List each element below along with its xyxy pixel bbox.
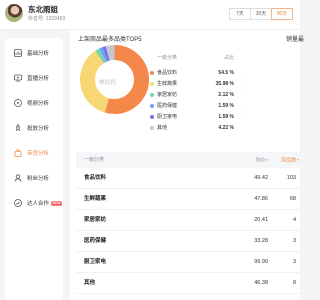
sidebar-item-label: 粉丝分析 bbox=[27, 176, 50, 182]
legend-value: 4.22 % bbox=[218, 124, 234, 131]
handshake-icon bbox=[14, 199, 22, 207]
shop-name: 东北雨姐 bbox=[28, 5, 58, 14]
sidebar-item-label: 投放分析 bbox=[27, 126, 50, 132]
sidebar-item-ad-analysis[interactable]: 投放分析 bbox=[5, 120, 63, 136]
sidebar-item-label: 直播分析 bbox=[27, 76, 50, 82]
sidebar-item-influencer-cooperation[interactable]: 达人合作 NEW bbox=[5, 195, 63, 211]
legend-value: 1.59 % bbox=[218, 102, 234, 109]
cell-product-count: 8 bbox=[292, 280, 296, 286]
sidebar-item-video-analysis[interactable]: 视频分析 bbox=[5, 95, 63, 111]
range-tab-7d[interactable]: 7天 bbox=[229, 8, 251, 20]
legend-item[interactable]: 家居家纺 2.12 % › bbox=[150, 90, 250, 99]
cell-avg-price: 20.41 bbox=[254, 217, 268, 223]
legend-label: 家居家纺 bbox=[157, 92, 178, 98]
table-row[interactable]: 食品饮料 49.42 103 bbox=[76, 168, 300, 189]
video-screen-icon bbox=[14, 74, 22, 82]
cell-product-count: 103 bbox=[286, 175, 296, 181]
watermark: 蝉妈妈 bbox=[99, 80, 117, 86]
cell-avg-price: 49.42 bbox=[254, 175, 268, 181]
cell-category: 医药保健 bbox=[84, 238, 107, 244]
cell-product-count: 3 bbox=[292, 238, 296, 244]
table-row[interactable]: 医药保健 33.28 3 bbox=[76, 231, 300, 252]
chart-grid-icon bbox=[14, 49, 22, 57]
legend-header-share: 占比 bbox=[224, 55, 235, 61]
cell-category: 食品饮料 bbox=[84, 175, 107, 181]
table-header: 一级分类 均价▾ 商品数▾ bbox=[76, 152, 300, 168]
date-range-tabs: 7天 30天 90天 bbox=[229, 8, 293, 20]
table-row[interactable]: 其他 46.38 8 bbox=[76, 273, 300, 294]
chevron-right-icon: › bbox=[242, 114, 244, 119]
legend-label: 其他 bbox=[157, 125, 168, 131]
legend-header-category: 一级分类 bbox=[157, 55, 178, 61]
column-header-product-count[interactable]: 商品数▾ bbox=[272, 152, 299, 168]
sort-caret-icon: ▾ bbox=[266, 158, 268, 162]
column-header-product-count-label: 商品数 bbox=[281, 157, 297, 164]
range-tab-30d[interactable]: 30天 bbox=[250, 8, 272, 20]
cell-category: 厨卫家电 bbox=[84, 259, 107, 265]
shopping-bag-icon bbox=[14, 149, 22, 157]
shop-id: 抖音号: 1203450 bbox=[28, 16, 66, 22]
column-header-category: 一级分类 bbox=[84, 157, 105, 163]
legend-color-dot bbox=[150, 114, 154, 119]
avatar[interactable] bbox=[5, 4, 23, 22]
sidebar-item-label: 带货分析 bbox=[27, 151, 50, 157]
cell-avg-price: 99.90 bbox=[254, 259, 268, 265]
sidebar-item-basic-analysis[interactable]: 基础分析 bbox=[5, 45, 63, 61]
play-circle-icon bbox=[14, 99, 22, 107]
legend-label: 厨卫家电 bbox=[157, 114, 178, 120]
legend-color-dot bbox=[150, 70, 154, 75]
cell-avg-price: 47.86 bbox=[254, 196, 268, 202]
column-header-avg-price[interactable]: 均价▾ bbox=[244, 152, 268, 168]
legend-label: 食品饮料 bbox=[157, 70, 178, 76]
legend-value: 35.98 % bbox=[215, 80, 234, 87]
table-row[interactable]: 厨卫家电 99.90 3 bbox=[76, 252, 300, 273]
range-tab-90d[interactable]: 90天 bbox=[271, 8, 293, 20]
cell-product-count: 68 bbox=[289, 196, 296, 202]
sort-caret-active-icon: ▾ bbox=[297, 158, 299, 162]
section-title-secondary: 销量最 bbox=[286, 37, 305, 43]
section-title: 上架商品最多品类TOP5 bbox=[78, 37, 142, 43]
cell-category: 家居家纺 bbox=[84, 217, 107, 223]
legend-color-dot bbox=[150, 125, 154, 130]
sidebar-item-label: 达人合作 bbox=[27, 201, 50, 207]
cell-product-count: 3 bbox=[292, 259, 296, 265]
legend-item[interactable]: 厨卫家电 1.59 % › bbox=[150, 112, 250, 121]
legend-label: 生鲜蔬果 bbox=[157, 81, 178, 87]
chevron-right-icon: › bbox=[242, 92, 244, 97]
cell-category: 其他 bbox=[84, 280, 96, 286]
chevron-right-icon: › bbox=[242, 70, 244, 75]
sidebar-item-live-analysis[interactable]: 直播分析 bbox=[5, 70, 63, 86]
rocket-icon bbox=[14, 124, 22, 132]
top-bar: 东北雨姐 抖音号: 1203450 7天 30天 90天 bbox=[0, 0, 300, 30]
legend-item[interactable]: 食品饮料 54.5 % › bbox=[150, 68, 250, 77]
sidebar-item-fans-analysis[interactable]: 粉丝分析 bbox=[5, 170, 63, 186]
legend-color-dot bbox=[150, 92, 154, 97]
table-row[interactable]: 家居家纺 20.41 4 bbox=[76, 210, 300, 231]
chevron-right-icon: › bbox=[242, 81, 244, 86]
legend-color-dot bbox=[150, 81, 154, 86]
cell-avg-price: 33.28 bbox=[254, 238, 268, 244]
chevron-right-icon: › bbox=[242, 103, 244, 108]
legend-value: 2.12 % bbox=[218, 91, 234, 98]
sidebar: 基础分析 直播分析 视频分析 投放分析 带货分析 粉丝分析 达人合作 NEW bbox=[5, 38, 63, 300]
sidebar-item-label: 基础分析 bbox=[27, 51, 50, 57]
cell-category: 生鲜蔬果 bbox=[84, 196, 107, 202]
sidebar-item-label: 视频分析 bbox=[27, 101, 50, 107]
legend-item[interactable]: 其他 4.22 % bbox=[150, 123, 250, 132]
cell-avg-price: 46.38 bbox=[254, 280, 268, 286]
table-row[interactable]: 生鲜蔬果 47.86 68 bbox=[76, 189, 300, 210]
legend-value: 1.59 % bbox=[218, 113, 234, 120]
legend-color-dot bbox=[150, 103, 154, 108]
main-panel: 上架商品最多品类TOP5 销量最 蝉妈妈 一级分类 占比 食品饮料 54.5 % ›… bbox=[70, 30, 304, 300]
legend-label: 医药保健 bbox=[157, 103, 178, 109]
sidebar-item-sales-analysis[interactable]: 带货分析 bbox=[5, 145, 63, 161]
legend-value: 54.5 % bbox=[218, 69, 234, 76]
column-header-avg-price-label: 均价 bbox=[255, 157, 266, 164]
new-badge: NEW bbox=[51, 200, 63, 206]
legend-item[interactable]: 医药保健 1.59 % › bbox=[150, 101, 250, 110]
legend-item[interactable]: 生鲜蔬果 35.98 % › bbox=[150, 79, 250, 88]
cell-product-count: 4 bbox=[292, 217, 296, 223]
user-icon bbox=[14, 174, 22, 182]
